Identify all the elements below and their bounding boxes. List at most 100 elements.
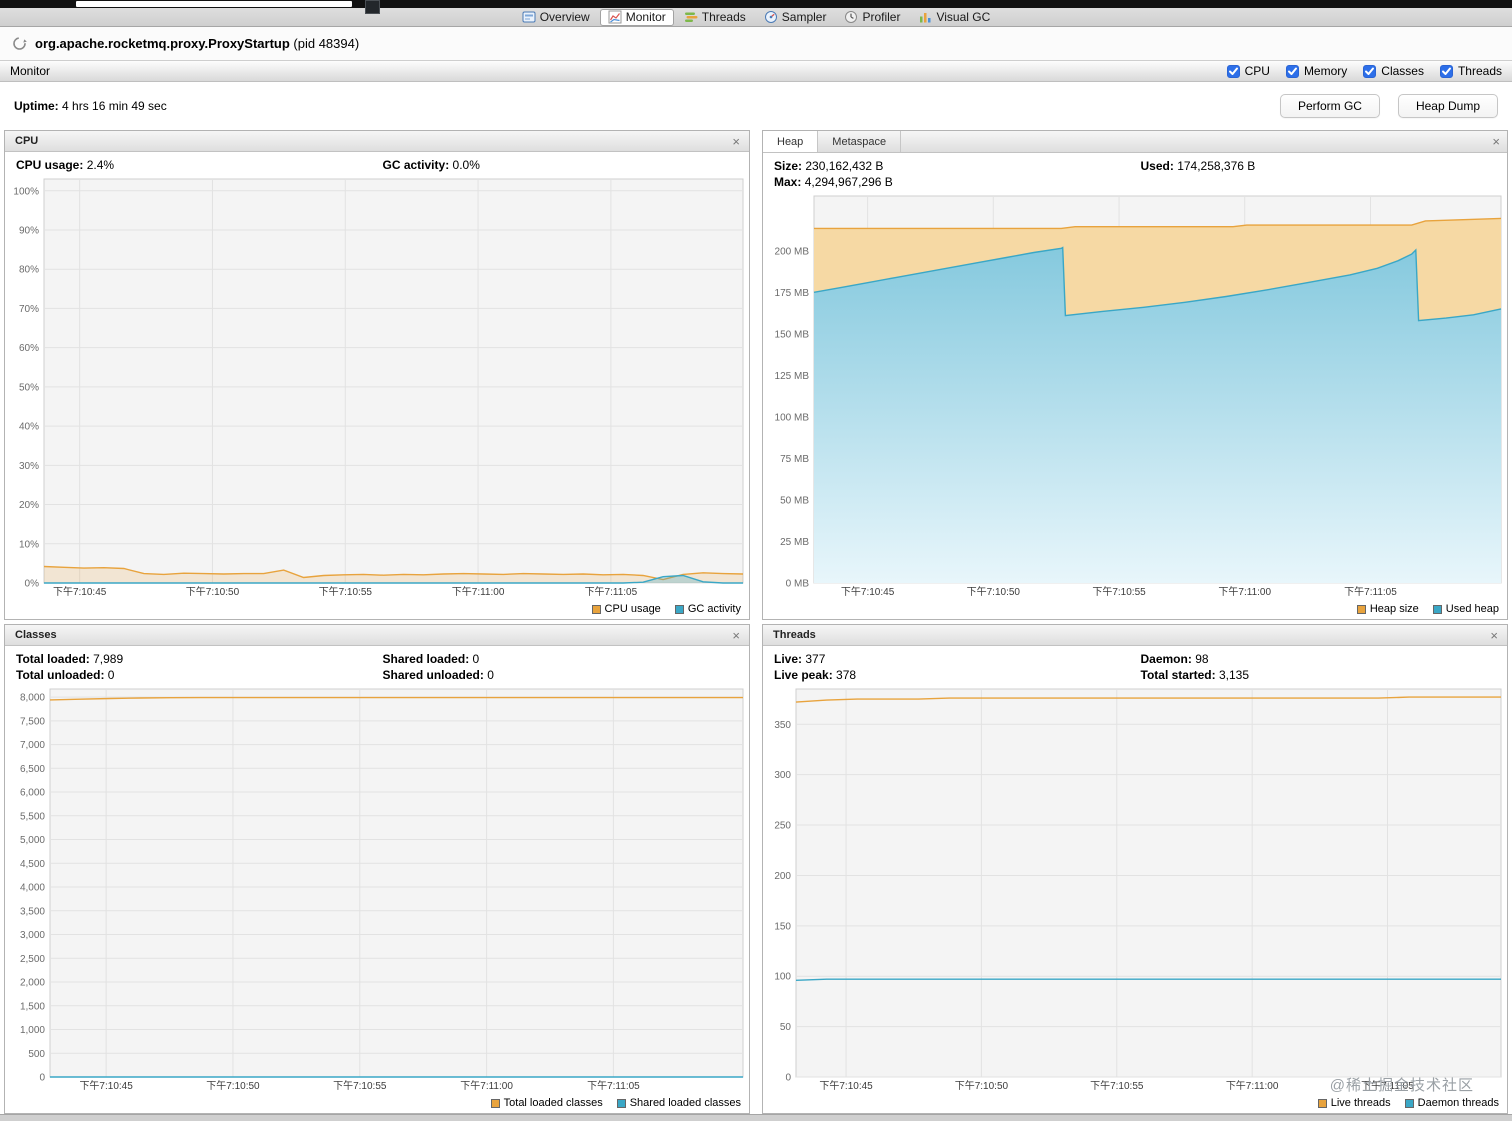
stat-value: 377 (805, 652, 826, 666)
legend-label: Shared loaded classes (629, 1097, 741, 1109)
threads-stats: Live: 377 Daemon: 98 Live peak: 378 Tota… (763, 646, 1507, 686)
tab-sampler[interactable]: Sampler (756, 9, 835, 26)
classes-legend: Total loaded classes Shared loaded class… (5, 1093, 749, 1113)
total-loaded-swatch (490, 1098, 500, 1108)
svg-text:下午7:10:55: 下午7:10:55 (1090, 1079, 1144, 1092)
tab-profiler[interactable]: Profiler (836, 9, 908, 26)
legend-item: CPU usage (591, 603, 661, 615)
stat-label: Daemon: (1140, 652, 1192, 666)
svg-text:8,000: 8,000 (20, 693, 45, 704)
tab-label: Profiler (862, 10, 901, 24)
tab-metaspace[interactable]: Metaspace (818, 131, 902, 152)
stat-label: Size: (774, 159, 803, 173)
profiler-icon (844, 10, 858, 24)
stat-live: Live: 377 (774, 651, 1141, 667)
heap-panel-close-icon[interactable]: × (1489, 135, 1503, 148)
svg-text:下午7:11:00: 下午7:11:00 (1226, 1079, 1279, 1092)
checkbox-check-icon (1226, 64, 1240, 78)
legend-label: CPU usage (604, 603, 661, 615)
stat-label: Used: (1140, 159, 1174, 173)
svg-text:80%: 80% (19, 265, 39, 276)
monitor-section-title: Monitor (10, 64, 51, 78)
monitor-checkbox-group: CPU Memory Classes Threads (1226, 64, 1502, 78)
checkbox-label: Threads (1457, 64, 1502, 78)
tab-label: Monitor (625, 10, 666, 24)
svg-text:3,500: 3,500 (20, 906, 45, 917)
legend-label: Live threads (1330, 1097, 1391, 1109)
stat-shared-loaded: Shared loaded: 0 (383, 651, 750, 667)
svg-text:下午7:10:45: 下午7:10:45 (841, 585, 895, 598)
heap-chart: 0 MB 25 MB 50 MB 75 MB 100 MB 125 MB 150 MB 175… (763, 193, 1507, 599)
tab-monitor[interactable]: Monitor (599, 8, 674, 26)
svg-text:2,000: 2,000 (20, 978, 45, 989)
checkbox-classes[interactable]: Classes (1363, 64, 1424, 78)
svg-text:6,000: 6,000 (20, 788, 45, 799)
svg-text:40%: 40% (19, 422, 39, 433)
threads-panel-close-icon[interactable]: × (1487, 629, 1501, 642)
svg-text:1,500: 1,500 (20, 1001, 45, 1012)
stat-value: 230,162,432 B (805, 159, 884, 173)
svg-text:下午7:10:45: 下午7:10:45 (819, 1079, 873, 1092)
svg-text:下午7:11:05: 下午7:11:05 (1344, 585, 1397, 598)
threads-icon (684, 10, 698, 24)
svg-text:2,500: 2,500 (20, 954, 45, 965)
shared-loaded-swatch (616, 1098, 626, 1108)
classes-panel-header: Classes × (5, 625, 749, 646)
heap-panel: Heap Metaspace × Size: 230,162,432 B Use… (762, 130, 1508, 620)
threads-stats-row: Live: 377 Daemon: 98 (763, 651, 1507, 667)
tab-label: Threads (701, 10, 746, 24)
used-heap-swatch (1432, 604, 1442, 614)
svg-text:60%: 60% (19, 343, 39, 354)
legend-item: Heap size (1356, 603, 1419, 615)
stat-label: Shared loaded: (382, 652, 470, 666)
tab-label: Visual GC (936, 10, 991, 24)
stat-value: 98 (1195, 652, 1209, 666)
stat-label: Max: (774, 175, 802, 189)
svg-text:5,000: 5,000 (20, 835, 45, 846)
classes-panel-close-icon[interactable]: × (729, 629, 743, 642)
svg-text:250: 250 (774, 821, 791, 832)
svg-text:350: 350 (774, 720, 791, 731)
checkbox-memory[interactable]: Memory (1285, 64, 1347, 78)
visualvm-window: Overview Monitor Threads Sampler Profile… (0, 0, 1512, 1121)
svg-text:下午7:11:00: 下午7:11:00 (460, 1079, 513, 1092)
svg-text:50: 50 (780, 1022, 792, 1033)
classes-panel: Classes × Total loaded: 7,989 Shared loa… (4, 624, 750, 1114)
svg-text:500: 500 (28, 1049, 45, 1060)
cpu-panel-close-icon[interactable]: × (729, 135, 743, 148)
tab-label: Overview (539, 10, 590, 24)
threads-stats-row: Live peak: 378 Total started: 3,135 (763, 667, 1507, 683)
daemon-threads-swatch (1404, 1098, 1414, 1108)
tab-threads[interactable]: Threads (676, 9, 754, 26)
svg-text:200: 200 (774, 871, 791, 882)
svg-text:下午7:10:50: 下午7:10:50 (967, 585, 1021, 598)
svg-text:100%: 100% (13, 186, 39, 197)
stat-value: 0 (472, 652, 480, 666)
svg-text:20%: 20% (19, 500, 39, 511)
svg-text:150: 150 (774, 921, 791, 932)
legend-item: Used heap (1432, 603, 1499, 615)
stat-live-peak: Live peak: 378 (774, 667, 1141, 683)
heap-dump-button[interactable]: Heap Dump (1397, 94, 1498, 118)
checkbox-cpu[interactable]: CPU (1226, 64, 1270, 78)
checkbox-threads[interactable]: Threads (1439, 64, 1502, 78)
svg-text:50 MB: 50 MB (780, 495, 809, 506)
perform-gc-button[interactable]: Perform GC (1279, 94, 1380, 118)
svg-text:90%: 90% (19, 225, 39, 236)
checkbox-label: CPU (1244, 64, 1270, 78)
checkbox-check-icon (1439, 64, 1453, 78)
svg-text:0: 0 (785, 1073, 791, 1084)
tab-heap[interactable]: Heap (763, 131, 819, 152)
stat-label: Total unloaded: (16, 668, 105, 682)
legend-label: GC activity (687, 603, 741, 615)
uptime-label: Uptime: (14, 99, 59, 113)
tab-overview[interactable]: Overview (514, 9, 598, 26)
svg-text:7,000: 7,000 (20, 740, 45, 751)
legend-item: Live threads (1317, 1097, 1391, 1109)
visual-gc-icon (918, 10, 932, 24)
stat-value: 0 (107, 668, 115, 682)
legend-item: Shared loaded classes (616, 1097, 741, 1109)
tab-visual-gc[interactable]: Visual GC (910, 9, 998, 26)
cpu-panel-header: CPU × (5, 131, 749, 152)
refresh-spinner-icon (12, 36, 27, 51)
